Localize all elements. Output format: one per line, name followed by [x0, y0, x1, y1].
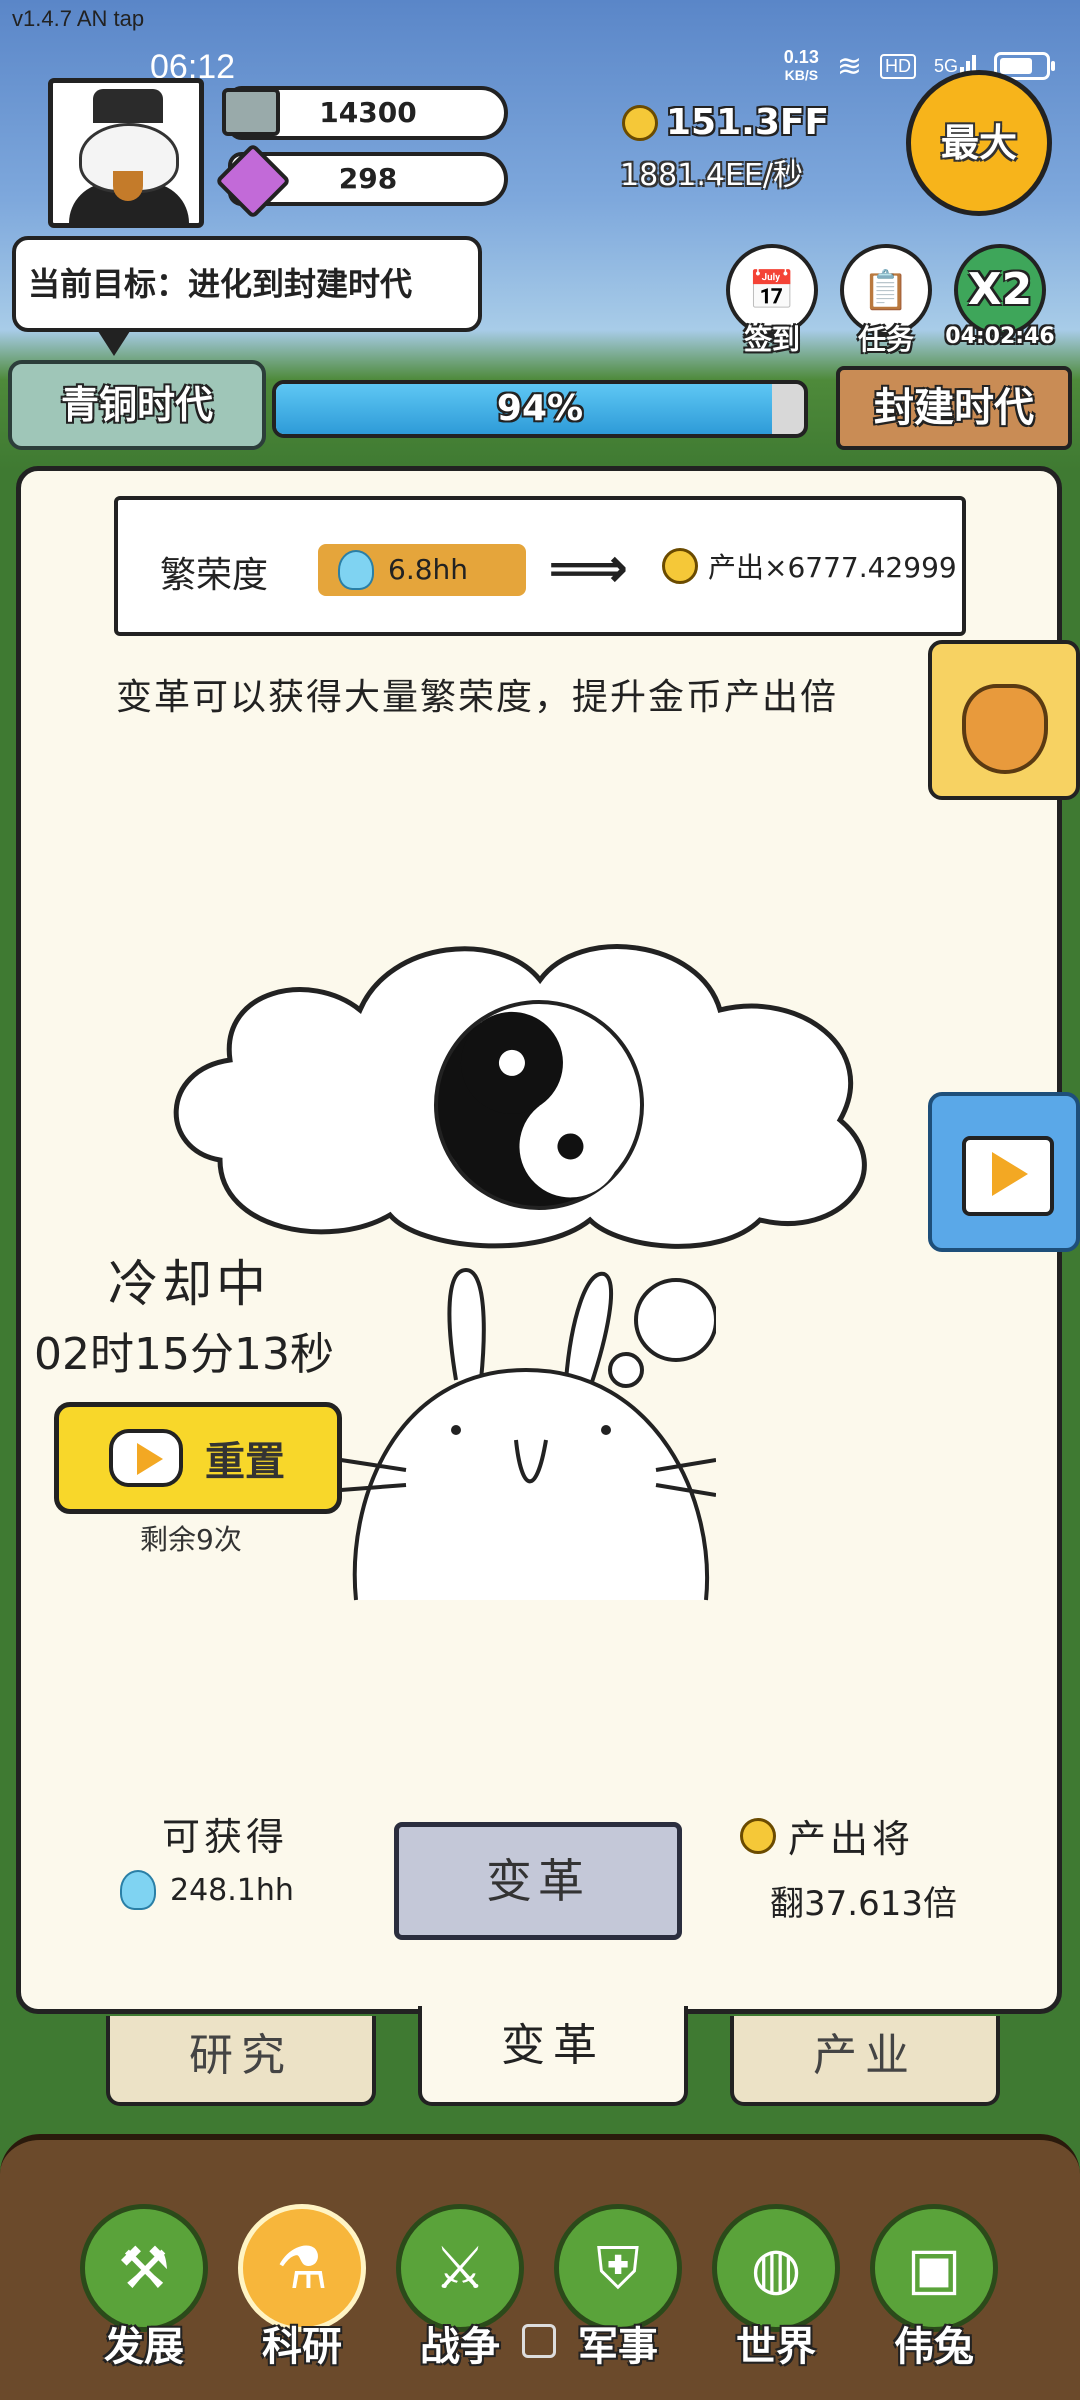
bunny-icon — [120, 1870, 156, 1910]
next-age[interactable]: 封建时代 — [836, 366, 1072, 450]
double-income-timer: 04:02:46 — [945, 324, 1055, 349]
prosperity-label: 繁荣度 — [160, 555, 269, 596]
current-goal: 当前目标：进化到封建时代 — [12, 236, 482, 356]
coin-icon — [622, 104, 658, 141]
tab-reform[interactable]: 变革 — [418, 2006, 688, 2106]
play-video-icon — [109, 1429, 183, 1487]
bunny-icon — [338, 550, 374, 590]
arrow-icon: ⟹ — [548, 536, 629, 601]
gem-bag-button[interactable] — [928, 640, 1080, 800]
nav-world[interactable]: ◍ 世界 — [708, 2204, 844, 2372]
tasks-label: 任务 — [857, 323, 914, 356]
reform-button[interactable]: 变革 — [394, 1822, 682, 1940]
potion-icon: ⚗ — [238, 2204, 366, 2332]
wifi-icon: ≋ — [836, 49, 862, 83]
age-progress-text: 94% — [496, 388, 584, 429]
armor-icon: ⛨ — [554, 2204, 682, 2332]
gold-rate: 1881.4EE/秒 — [620, 158, 803, 193]
swords-icon: ⚔ — [396, 2204, 524, 2332]
gold-total: 151.3FF — [622, 102, 829, 143]
cooldown-label: 冷却中 — [108, 1255, 270, 1313]
net-speed: 0.13 KB/S — [783, 47, 819, 83]
silver-ingot-icon — [222, 88, 280, 136]
reform-description: 变革可以获得大量繁荣度，提升金币产出倍 — [116, 677, 839, 718]
calendar-icon: 📅 — [748, 268, 796, 312]
obtain-value: 248.1hh — [120, 1870, 294, 1910]
clipboard-check-icon: 📋 — [862, 268, 910, 312]
double-income-button[interactable]: X2 — [954, 244, 1046, 336]
nav-war[interactable]: ⚔ 战争 — [392, 2204, 528, 2372]
current-age: 青铜时代 — [8, 360, 266, 450]
system-overview-icon[interactable] — [522, 2324, 556, 2358]
reset-cooldown-button[interactable]: 重置 — [54, 1402, 342, 1514]
output-multiplier-result: 翻37.613倍 — [770, 1884, 957, 1924]
gem-bag-icon — [962, 684, 1048, 774]
mace-icon: ⚒ — [80, 2204, 208, 2332]
nav-military[interactable]: ⛨ 军事 — [550, 2204, 686, 2372]
bunny-portrait-icon: ▣ — [870, 2204, 998, 2332]
nav-great-bunny[interactable]: ▣ 伟兔 — [866, 2204, 1002, 2372]
nav-develop[interactable]: ⚒ 发展 — [76, 2204, 212, 2372]
play-icon — [992, 1152, 1028, 1196]
tab-research[interactable]: 研究 — [106, 2016, 376, 2106]
nav-research[interactable]: ⚗ 科研 — [234, 2204, 370, 2372]
globe-icon: ◍ — [712, 2204, 840, 2332]
player-avatar[interactable] — [48, 78, 204, 228]
video-reward-button[interactable] — [928, 1092, 1080, 1252]
coin-icon — [740, 1817, 776, 1854]
output-multiplier: 产出×6777.42999 — [662, 546, 957, 586]
max-button[interactable]: 最大 — [906, 70, 1052, 216]
coin-icon — [662, 548, 698, 584]
remaining-count: 剩余9次 — [140, 1523, 242, 1556]
cooldown-timer: 02时15分13秒 — [34, 1329, 334, 1380]
bunny-illustration — [340, 1267, 716, 1601]
output-will-label: 产出将 — [740, 1808, 914, 1863]
prosperity-value: 6.8hh — [318, 544, 526, 596]
signin-label: 签到 — [743, 323, 800, 356]
hd-badge: HD — [879, 53, 916, 79]
tab-industry[interactable]: 产业 — [730, 2016, 1000, 2106]
version-label: v1.4.7 AN tap — [12, 6, 145, 31]
obtain-label: 可获得 — [162, 1815, 289, 1859]
